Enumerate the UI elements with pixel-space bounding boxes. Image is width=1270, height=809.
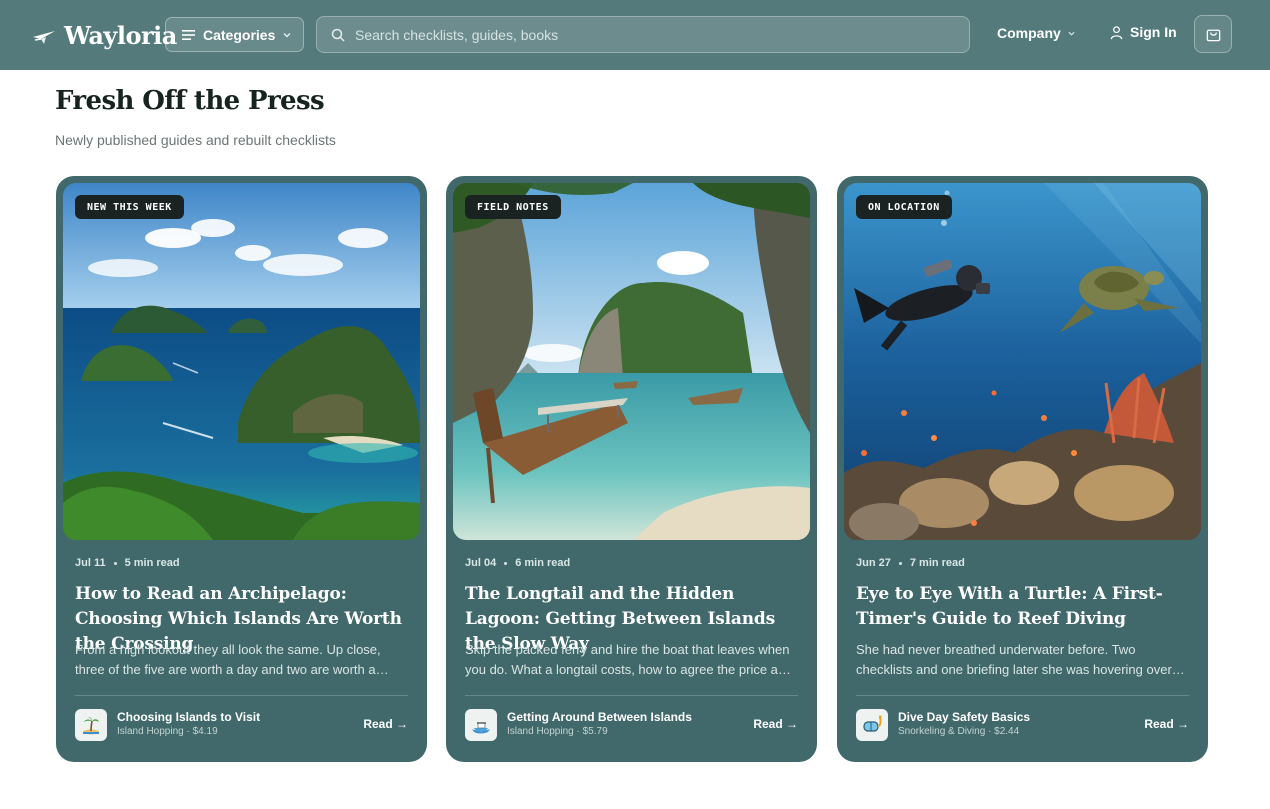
brand-logo[interactable]: Wayloria: [32, 19, 177, 51]
boat-icon: [465, 709, 497, 741]
search-bar: [316, 16, 970, 53]
card-read-time: 6 min read: [515, 557, 571, 569]
card-excerpt: Skip the packed ferry and hire the boat …: [465, 642, 793, 677]
product-meta: Snorkeling & Diving · $2.44: [898, 726, 1020, 737]
search-icon: [331, 28, 345, 42]
card-badge: ON LOCATION: [856, 195, 952, 219]
card-image-reef: [844, 183, 1201, 540]
meta-separator: [113, 561, 117, 565]
product-meta: Island Hopping · $4.19: [117, 726, 218, 737]
menu-icon: [182, 29, 195, 40]
read-link[interactable]: Read →: [1144, 717, 1189, 731]
card-meta: Jul 04 6 min read: [465, 557, 570, 569]
search-input[interactable]: [355, 26, 915, 43]
categories-label: Categories: [203, 26, 276, 43]
card-excerpt: From a high lookout they all look the sa…: [75, 642, 381, 677]
meta-separator: [504, 561, 508, 565]
card-date: Jun 27: [856, 557, 891, 569]
read-link[interactable]: Read →: [753, 717, 798, 731]
product-name[interactable]: Getting Around Between Islands: [507, 710, 692, 724]
article-card[interactable]: FIELD NOTES Jul 04 6 min read The Longta…: [446, 176, 817, 762]
sign-in-link[interactable]: Sign In: [1109, 24, 1177, 40]
section-subtitle: Newly published guides and rebuilt check…: [55, 132, 336, 148]
palm-island-icon: [75, 709, 107, 741]
article-card[interactable]: ON LOCATION Jun 27 7 min read Eye to Eye…: [837, 176, 1208, 762]
card-image-archipelago: [63, 183, 420, 540]
card-meta: Jul 11 5 min read: [75, 557, 180, 569]
product-name[interactable]: Dive Day Safety Basics: [898, 710, 1030, 724]
product-meta: Island Hopping · $5.79: [507, 726, 608, 737]
card-title[interactable]: Eye to Eye With a Turtle: A First-Timer'…: [856, 582, 1191, 632]
card-divider: [856, 695, 1189, 696]
read-link[interactable]: Read →: [363, 717, 408, 731]
company-label: Company: [997, 25, 1061, 41]
meta-separator: [898, 561, 902, 565]
card-excerpt: She had never breathed underwater before…: [856, 642, 1172, 677]
section-title: Fresh Off the Press: [55, 86, 325, 116]
card-meta: Jun 27 7 min read: [856, 557, 965, 569]
chevron-down-icon: [283, 32, 291, 37]
categories-button[interactable]: Categories: [165, 17, 304, 52]
product-name[interactable]: Choosing Islands to Visit: [117, 710, 260, 724]
cart-button[interactable]: [1194, 15, 1232, 53]
card-badge: FIELD NOTES: [465, 195, 561, 219]
company-menu[interactable]: Company: [997, 25, 1076, 41]
card-read-time: 7 min read: [909, 557, 965, 569]
paper-plane-icon: [33, 31, 55, 44]
sign-in-label: Sign In: [1130, 24, 1177, 40]
card-date: Jul 11: [75, 557, 106, 569]
card-divider: [75, 695, 408, 696]
article-card[interactable]: NEW THIS WEEK Jul 11 5 min read How to R…: [56, 176, 427, 762]
card-badge: NEW THIS WEEK: [75, 195, 184, 219]
user-icon: [1110, 25, 1123, 39]
card-image-lagoon: [453, 183, 810, 540]
brand-name: Wayloria: [64, 20, 177, 50]
shopping-bag-icon: [1206, 29, 1220, 41]
card-divider: [465, 695, 798, 696]
card-read-time: 5 min read: [124, 557, 180, 569]
chevron-down-icon: [1068, 31, 1075, 36]
diving-mask-icon: [856, 709, 888, 741]
site-header: Wayloria Categories Company Sign In: [0, 0, 1270, 70]
card-date: Jul 04: [465, 557, 497, 569]
